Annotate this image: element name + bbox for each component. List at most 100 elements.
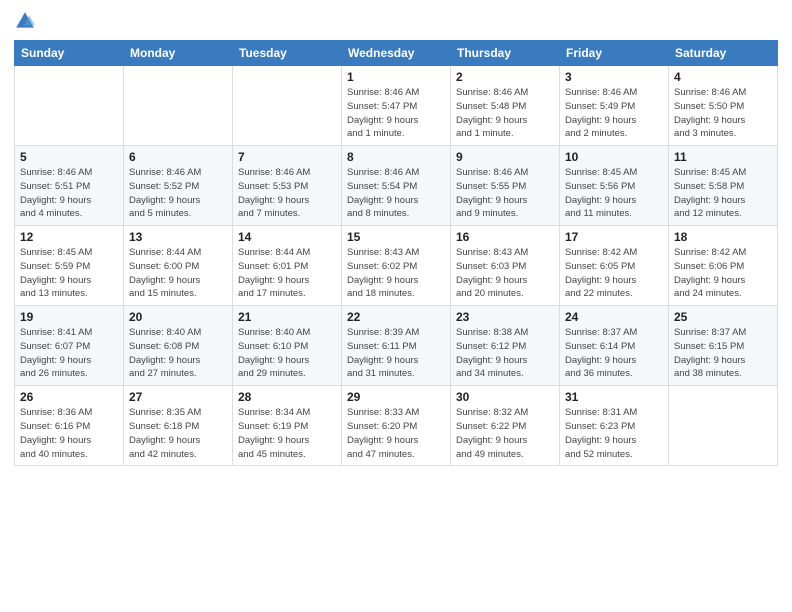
day-number: 21: [238, 310, 336, 324]
header-tuesday: Tuesday: [233, 41, 342, 66]
day-info: Sunrise: 8:46 AM Sunset: 5:49 PM Dayligh…: [565, 86, 663, 141]
day-number: 26: [20, 390, 118, 404]
day-info: Sunrise: 8:34 AM Sunset: 6:19 PM Dayligh…: [238, 406, 336, 461]
header-saturday: Saturday: [669, 41, 778, 66]
day-number: 16: [456, 230, 554, 244]
day-cell: 21 Sunrise: 8:40 AM Sunset: 6:10 PM Dayli…: [233, 306, 342, 386]
day-info: Sunrise: 8:32 AM Sunset: 6:22 PM Dayligh…: [456, 406, 554, 461]
day-info: Sunrise: 8:33 AM Sunset: 6:20 PM Dayligh…: [347, 406, 445, 461]
day-info: Sunrise: 8:31 AM Sunset: 6:23 PM Dayligh…: [565, 406, 663, 461]
day-cell: 24 Sunrise: 8:37 AM Sunset: 6:14 PM Dayli…: [560, 306, 669, 386]
day-info: Sunrise: 8:46 AM Sunset: 5:52 PM Dayligh…: [129, 166, 227, 221]
week-row-0: 1 Sunrise: 8:46 AM Sunset: 5:47 PM Daylig…: [15, 66, 778, 146]
day-info: Sunrise: 8:43 AM Sunset: 6:02 PM Dayligh…: [347, 246, 445, 301]
day-number: 8: [347, 150, 445, 164]
day-info: Sunrise: 8:38 AM Sunset: 6:12 PM Dayligh…: [456, 326, 554, 381]
day-number: 4: [674, 70, 772, 84]
day-cell: 5 Sunrise: 8:46 AM Sunset: 5:51 PM Daylig…: [15, 146, 124, 226]
week-row-4: 26 Sunrise: 8:36 AM Sunset: 6:16 PM Dayli…: [15, 386, 778, 466]
day-number: 9: [456, 150, 554, 164]
day-number: 25: [674, 310, 772, 324]
day-cell: 19Sunrise: 8:41 AM Sunset: 6:07 PM Dayli…: [15, 306, 124, 386]
day-cell: 4 Sunrise: 8:46 AM Sunset: 5:50 PM Daylig…: [669, 66, 778, 146]
day-info: Sunrise: 8:37 AM Sunset: 6:14 PM Dayligh…: [565, 326, 663, 381]
header-friday: Friday: [560, 41, 669, 66]
header-monday: Monday: [124, 41, 233, 66]
day-number: 5: [20, 150, 118, 164]
day-info: Sunrise: 8:36 AM Sunset: 6:16 PM Dayligh…: [20, 406, 118, 461]
day-cell: 26 Sunrise: 8:36 AM Sunset: 6:16 PM Dayli…: [15, 386, 124, 466]
day-cell: 12 Sunrise: 8:45 AM Sunset: 5:59 PM Dayli…: [15, 226, 124, 306]
day-number: 3: [565, 70, 663, 84]
day-number: 12: [20, 230, 118, 244]
day-cell: 2 Sunrise: 8:46 AM Sunset: 5:48 PM Daylig…: [451, 66, 560, 146]
day-cell: 29 Sunrise: 8:33 AM Sunset: 6:20 PM Dayli…: [342, 386, 451, 466]
calendar-header-row: SundayMondayTuesdayWednesdayThursdayFrid…: [15, 41, 778, 66]
day-cell: 15 Sunrise: 8:43 AM Sunset: 6:02 PM Dayli…: [342, 226, 451, 306]
day-number: 30: [456, 390, 554, 404]
day-cell: 23 Sunrise: 8:38 AM Sunset: 6:12 PM Dayli…: [451, 306, 560, 386]
day-info: Sunrise: 8:45 AM Sunset: 5:59 PM Dayligh…: [20, 246, 118, 301]
day-cell: 16 Sunrise: 8:43 AM Sunset: 6:03 PM Dayli…: [451, 226, 560, 306]
day-info: Sunrise: 8:44 AM Sunset: 6:00 PM Dayligh…: [129, 246, 227, 301]
day-info: Sunrise: 8:46 AM Sunset: 5:55 PM Dayligh…: [456, 166, 554, 221]
day-cell: 22 Sunrise: 8:39 AM Sunset: 6:11 PM Dayli…: [342, 306, 451, 386]
day-number: 17: [565, 230, 663, 244]
week-row-3: 19Sunrise: 8:41 AM Sunset: 6:07 PM Dayli…: [15, 306, 778, 386]
day-number: 13: [129, 230, 227, 244]
day-cell: 8 Sunrise: 8:46 AM Sunset: 5:54 PM Daylig…: [342, 146, 451, 226]
header-wednesday: Wednesday: [342, 41, 451, 66]
calendar-table: SundayMondayTuesdayWednesdayThursdayFrid…: [14, 40, 778, 466]
day-number: 22: [347, 310, 445, 324]
day-cell: 20Sunrise: 8:40 AM Sunset: 6:08 PM Dayli…: [124, 306, 233, 386]
logo-icon: [14, 10, 36, 32]
day-cell: [124, 66, 233, 146]
day-info: Sunrise: 8:41 AM Sunset: 6:07 PM Dayligh…: [20, 326, 118, 381]
day-info: Sunrise: 8:35 AM Sunset: 6:18 PM Dayligh…: [129, 406, 227, 461]
day-info: Sunrise: 8:39 AM Sunset: 6:11 PM Dayligh…: [347, 326, 445, 381]
day-cell: [669, 386, 778, 466]
day-number: 23: [456, 310, 554, 324]
day-number: 7: [238, 150, 336, 164]
day-info: Sunrise: 8:37 AM Sunset: 6:15 PM Dayligh…: [674, 326, 772, 381]
day-info: Sunrise: 8:46 AM Sunset: 5:50 PM Dayligh…: [674, 86, 772, 141]
logo: [14, 10, 40, 32]
day-info: Sunrise: 8:40 AM Sunset: 6:10 PM Dayligh…: [238, 326, 336, 381]
week-row-1: 5 Sunrise: 8:46 AM Sunset: 5:51 PM Daylig…: [15, 146, 778, 226]
day-number: 31: [565, 390, 663, 404]
day-number: 2: [456, 70, 554, 84]
day-number: 6: [129, 150, 227, 164]
day-number: 14: [238, 230, 336, 244]
day-number: 29: [347, 390, 445, 404]
day-info: Sunrise: 8:46 AM Sunset: 5:47 PM Dayligh…: [347, 86, 445, 141]
day-number: 20: [129, 310, 227, 324]
day-cell: 25 Sunrise: 8:37 AM Sunset: 6:15 PM Dayli…: [669, 306, 778, 386]
day-number: 24: [565, 310, 663, 324]
day-number: 1: [347, 70, 445, 84]
day-info: Sunrise: 8:45 AM Sunset: 5:56 PM Dayligh…: [565, 166, 663, 221]
day-number: 27: [129, 390, 227, 404]
day-cell: [233, 66, 342, 146]
day-number: 10: [565, 150, 663, 164]
day-cell: 10 Sunrise: 8:45 AM Sunset: 5:56 PM Dayli…: [560, 146, 669, 226]
day-number: 18: [674, 230, 772, 244]
day-info: Sunrise: 8:46 AM Sunset: 5:48 PM Dayligh…: [456, 86, 554, 141]
day-cell: 14 Sunrise: 8:44 AM Sunset: 6:01 PM Dayli…: [233, 226, 342, 306]
day-number: 28: [238, 390, 336, 404]
day-cell: 9 Sunrise: 8:46 AM Sunset: 5:55 PM Daylig…: [451, 146, 560, 226]
header: [14, 10, 778, 32]
day-info: Sunrise: 8:46 AM Sunset: 5:54 PM Dayligh…: [347, 166, 445, 221]
week-row-2: 12 Sunrise: 8:45 AM Sunset: 5:59 PM Dayli…: [15, 226, 778, 306]
day-info: Sunrise: 8:43 AM Sunset: 6:03 PM Dayligh…: [456, 246, 554, 301]
day-cell: 7Sunrise: 8:46 AM Sunset: 5:53 PM Daylig…: [233, 146, 342, 226]
day-info: Sunrise: 8:46 AM Sunset: 5:51 PM Dayligh…: [20, 166, 118, 221]
day-cell: 3 Sunrise: 8:46 AM Sunset: 5:49 PM Daylig…: [560, 66, 669, 146]
day-number: 15: [347, 230, 445, 244]
day-info: Sunrise: 8:44 AM Sunset: 6:01 PM Dayligh…: [238, 246, 336, 301]
day-cell: 1 Sunrise: 8:46 AM Sunset: 5:47 PM Daylig…: [342, 66, 451, 146]
day-info: Sunrise: 8:45 AM Sunset: 5:58 PM Dayligh…: [674, 166, 772, 221]
header-sunday: Sunday: [15, 41, 124, 66]
day-cell: [15, 66, 124, 146]
day-cell: 17Sunrise: 8:42 AM Sunset: 6:05 PM Dayli…: [560, 226, 669, 306]
day-cell: 28 Sunrise: 8:34 AM Sunset: 6:19 PM Dayli…: [233, 386, 342, 466]
